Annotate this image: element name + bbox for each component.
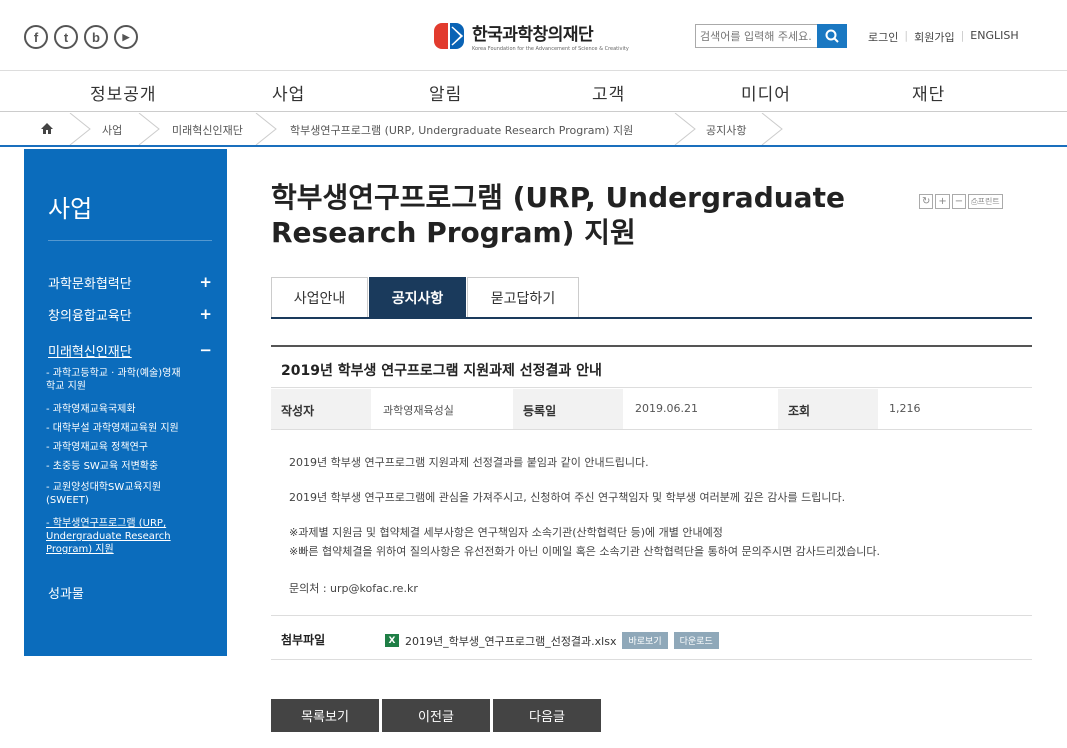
- gnb-item-media[interactable]: 미디어: [741, 80, 791, 105]
- views-label: 조회: [778, 389, 878, 429]
- body-paragraph: 2019년 학부생 연구프로그램에 관심을 가져주시고, 신청하여 주신 연구책…: [289, 491, 846, 504]
- download-button[interactable]: 다운로드: [673, 632, 719, 649]
- page: f t b ▶ 한국과학창의재단 Korea Foundation for th…: [0, 0, 1067, 748]
- body-paragraph: ※빠른 협약체결을 위하여 질의사항은 유선전화가 아닌 이메일 혹은 소속기관…: [289, 545, 881, 558]
- logo-name: 한국과학창의재단: [472, 25, 594, 45]
- page-title: 학부생연구프로그램 (URP, Undergraduate Research P…: [271, 181, 845, 249]
- top-bar: f t b ▶ 한국과학창의재단 Korea Foundation for th…: [0, 0, 1067, 70]
- print-button[interactable]: ⎙ 프린트: [968, 194, 1003, 209]
- date-value: 2019.06.21: [635, 402, 698, 415]
- zoom-in-icon[interactable]: +: [935, 194, 950, 209]
- utility-links: 로그인 | 회원가입 | ENGLISH: [868, 29, 1019, 45]
- gnb-item-notice[interactable]: 알림: [429, 80, 462, 105]
- sidebar-subitem[interactable]: - 과학영재교육국제화: [46, 403, 216, 416]
- sidebar-item-culture[interactable]: 과학문화협력단 +: [48, 273, 212, 292]
- breadcrumb: 사업 미래혁신인재단 학부생연구프로그램 (URP, Undergraduate…: [0, 112, 1067, 147]
- blog-icon[interactable]: b: [84, 25, 108, 49]
- facebook-icon[interactable]: f: [24, 25, 48, 49]
- plus-icon: +: [199, 273, 212, 291]
- date-label: 등록일: [513, 389, 623, 429]
- sidebar: 사업 과학문화협력단 + 창의융합교육단 + 미래혁신인재단 − - 과학고등학교 ·…: [24, 149, 227, 656]
- sidebar-item-future[interactable]: 미래혁신인재단 −: [48, 341, 212, 360]
- views-value: 1,216: [889, 402, 921, 415]
- body-paragraph: 2019년 학부생 연구프로그램 지원과제 선정결과를 붙임과 같이 안내드립니…: [289, 456, 649, 469]
- gnb-item-info[interactable]: 정보공개: [90, 80, 157, 105]
- tab-notice[interactable]: 공지사항: [369, 277, 466, 317]
- author-value: 과학영재육성실: [383, 404, 454, 417]
- twitter-icon[interactable]: t: [54, 25, 78, 49]
- youtube-icon[interactable]: ▶: [114, 25, 138, 49]
- tab-qna[interactable]: 묻고답하기: [467, 277, 579, 317]
- tab-bar: 사업안내 공지사항 묻고답하기: [271, 277, 1032, 319]
- search-box: [695, 24, 847, 48]
- logo-mark-icon: [434, 21, 466, 51]
- attachment-file: X 2019년_학부생_연구프로그램_선정결과.xlsx 바로보기 다운로드: [385, 632, 719, 649]
- refresh-icon[interactable]: ↻: [919, 194, 934, 209]
- gnb-item-foundation[interactable]: 재단: [912, 80, 945, 105]
- sidebar-item-convergence[interactable]: 창의융합교육단 +: [48, 305, 212, 324]
- next-post-button[interactable]: 다음글: [493, 699, 601, 732]
- body-paragraph: ※과제별 지원금 및 협약체결 세부사항은 연구책임자 소속기관(산학협력단 등…: [289, 526, 723, 539]
- search-button[interactable]: [817, 24, 847, 48]
- login-link[interactable]: 로그인: [868, 29, 898, 45]
- chevron-right-icon: [255, 113, 277, 145]
- sidebar-item-results[interactable]: 성과물: [48, 583, 212, 602]
- chevron-right-icon: [69, 113, 91, 145]
- main-navigation: 정보공개 사업 알림 고객 미디어 재단: [0, 70, 1067, 112]
- english-link[interactable]: ENGLISH: [970, 29, 1018, 45]
- post-meta: 작성자 과학영재육성실 등록일 2019.06.21 조회 1,216: [271, 389, 1032, 430]
- attachment-filename[interactable]: 2019년_학부생_연구프로그램_선정결과.xlsx: [405, 633, 616, 649]
- home-icon[interactable]: [41, 123, 53, 134]
- gnb-item-customer[interactable]: 고객: [592, 80, 625, 105]
- minus-icon: −: [199, 341, 212, 359]
- page-tools: ↻ + − ⎙ 프린트: [919, 194, 1003, 209]
- contact-info: 문의처 : urp@kofac.re.kr: [289, 582, 418, 595]
- chevron-right-icon: [761, 113, 783, 145]
- join-link[interactable]: 회원가입: [914, 29, 954, 45]
- gnb-item-business[interactable]: 사업: [272, 80, 305, 105]
- chevron-right-icon: [674, 113, 696, 145]
- tab-business-info[interactable]: 사업안내: [271, 277, 368, 317]
- social-links: f t b ▶: [24, 25, 138, 49]
- sidebar-subitem[interactable]: - 초중등 SW교육 저변확충: [46, 460, 216, 473]
- post-navigation: 목록보기 이전글 다음글: [271, 699, 601, 732]
- sidebar-subitem[interactable]: - 교원양성대학SW교육지원 (SWEET): [46, 481, 216, 507]
- sidebar-subitem[interactable]: - 과학영재교육 정책연구: [46, 441, 216, 454]
- site-logo[interactable]: 한국과학창의재단 Korea Foundation for the Advanc…: [434, 20, 629, 52]
- prev-post-button[interactable]: 이전글: [382, 699, 490, 732]
- excel-file-icon: X: [385, 634, 399, 647]
- breadcrumb-item[interactable]: 공지사항: [706, 122, 746, 138]
- attachment-row: 첨부파일 X 2019년_학부생_연구프로그램_선정결과.xlsx 바로보기 다…: [271, 615, 1032, 660]
- preview-button[interactable]: 바로보기: [622, 632, 668, 649]
- post-title: 2019년 학부생 연구프로그램 지원과제 선정결과 안내: [271, 345, 1032, 388]
- sidebar-subitem-active[interactable]: - 학부생연구프로그램 (URP, Undergraduate Research…: [46, 517, 216, 556]
- chevron-right-icon: [138, 113, 160, 145]
- list-button[interactable]: 목록보기: [271, 699, 379, 732]
- author-label: 작성자: [271, 389, 371, 429]
- search-input[interactable]: [695, 24, 817, 48]
- breadcrumb-item[interactable]: 학부생연구프로그램 (URP, Undergraduate Research P…: [290, 122, 633, 138]
- sidebar-subitem[interactable]: - 과학고등학교 · 과학(예술)영재 학교 지원: [46, 367, 216, 393]
- zoom-out-icon[interactable]: −: [951, 194, 967, 209]
- sidebar-subitem[interactable]: - 대학부설 과학영재교육원 지원: [46, 422, 216, 435]
- search-icon: [825, 29, 839, 43]
- breadcrumb-item[interactable]: 사업: [102, 122, 122, 138]
- logo-subtitle: Korea Foundation for the Advancement of …: [472, 46, 629, 52]
- attachment-label: 첨부파일: [281, 633, 326, 647]
- breadcrumb-item[interactable]: 미래혁신인재단: [172, 122, 243, 138]
- plus-icon: +: [199, 305, 212, 323]
- sidebar-title: 사업: [48, 195, 93, 223]
